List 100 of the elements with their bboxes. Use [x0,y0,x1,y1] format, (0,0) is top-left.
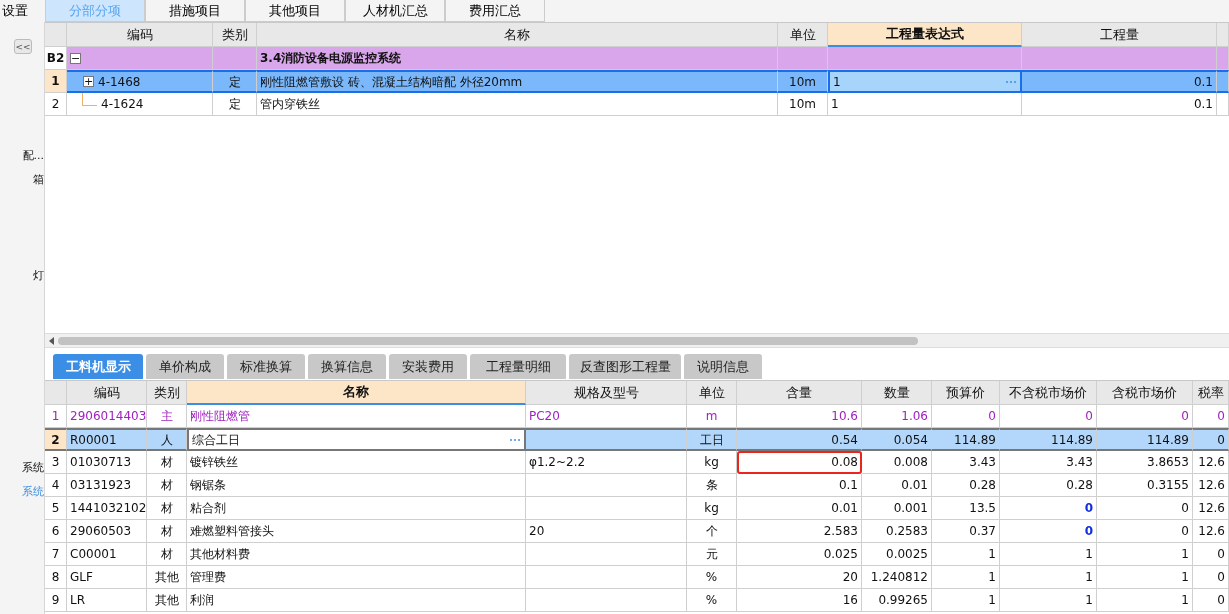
table-cell: 工日 [687,428,737,451]
table-cell: 1 [1097,566,1193,589]
column-header[interactable]: 税率 [1193,381,1229,405]
table-cell: 20 [737,566,862,589]
row-header[interactable]: 3 [45,451,67,474]
sidebar-item[interactable]: 配... [22,148,44,163]
top-tab[interactable]: 费用汇总 [445,0,545,22]
table-cell: 条 [687,474,737,497]
table-cell: 1.240812 [862,566,932,589]
column-header[interactable]: 不含税市场价 [1000,381,1097,405]
top-tab[interactable]: 人材机汇总 [345,0,445,22]
table-cell: 12.6 [1193,520,1229,543]
table-cell: 0 [1193,589,1229,612]
top-tab[interactable]: 其他项目 [245,0,345,22]
table-cell: 人 [147,428,187,451]
ellipsis-icon[interactable] [1005,79,1017,84]
column-header[interactable]: 编码 [67,23,213,47]
scrollbar-thumb[interactable] [58,336,918,345]
detail-tab[interactable]: 换算信息 [308,354,386,379]
detail-tab[interactable]: 安装费用 [389,354,467,379]
table-cell: 0.54 [737,428,862,451]
scroll-left-icon[interactable] [49,336,54,345]
table-cell: 0.28 [1000,474,1097,497]
column-header[interactable]: 含量 [737,381,862,405]
table-cell: LR [67,589,147,612]
table-cell: 0.3155 [1097,474,1193,497]
column-header[interactable]: 名称 [187,381,526,405]
table-cell: 0.28 [932,474,1000,497]
expander-toggle[interactable]: + [83,76,94,87]
ellipsis-icon[interactable] [509,437,521,442]
column-header[interactable]: 预算价 [932,381,1000,405]
row-header[interactable]: 7 [45,543,67,566]
table-cell [1217,47,1229,70]
row-header[interactable]: 6 [45,520,67,543]
column-header[interactable]: 类别 [213,23,257,47]
sidebar-item[interactable]: 灯 [33,268,44,283]
table-cell: R00001 [67,428,147,451]
detail-tab[interactable]: 说明信息 [684,354,762,379]
detail-tab[interactable]: 标准换算 [227,354,305,379]
table-cell: 0 [1193,566,1229,589]
expander-toggle[interactable]: − [70,52,81,64]
table-cell: 1 [1000,589,1097,612]
detail-tab[interactable]: 单价构成 [146,354,224,379]
table-cell: 0.99265 [862,589,932,612]
column-header[interactable]: 规格及型号 [526,381,687,405]
table-cell: 2.583 [737,520,862,543]
collapse-button[interactable]: << [14,39,32,54]
row-header[interactable]: 5 [45,497,67,520]
name-field[interactable]: 综合工日 [187,428,526,451]
row-header[interactable]: 9 [45,589,67,612]
table-cell: 3.43 [1000,451,1097,474]
table-cell: 0.1 [1022,70,1217,93]
column-header[interactable]: 名称 [257,23,778,47]
column-header[interactable]: 单位 [778,23,828,47]
row-header[interactable]: 1 [45,70,67,93]
table-cell: 20 [526,520,687,543]
table-cell: 0.37 [932,520,1000,543]
table-cell: 3.4消防设备电源监控系统 [257,47,778,70]
row-header[interactable]: B2 [45,47,67,70]
table-cell: 114.89 [1000,428,1097,451]
row-header[interactable]: 4 [45,474,67,497]
table-cell: GLF [67,566,147,589]
table-cell: 粘合剂 [187,497,526,520]
row-header[interactable]: 2 [45,428,67,451]
sidebar-item[interactable]: 箱 [33,172,44,187]
row-header[interactable]: 1 [45,405,67,428]
table-cell: 1441032102 [67,497,147,520]
column-header[interactable]: 单位 [687,381,737,405]
table-cell: kg [687,497,737,520]
detail-tab[interactable]: 反查图形工程量 [569,354,681,379]
column-header[interactable]: 工程量 [1022,23,1217,47]
table-cell: % [687,566,737,589]
column-header[interactable]: 类别 [147,381,187,405]
table-cell: 材 [147,543,187,566]
table-cell: 12.6 [1193,451,1229,474]
table-cell: 0 [1000,497,1097,520]
table-cell: 材 [147,497,187,520]
table-cell: % [687,589,737,612]
table-cell: 114.89 [932,428,1000,451]
row-header[interactable]: 2 [45,93,67,116]
horizontal-scrollbar[interactable] [45,333,1229,348]
expression-field[interactable]: 1 [828,70,1022,93]
sidebar-item[interactable]: 系统 [22,460,44,475]
table-cell: 0.025 [737,543,862,566]
table-cell: 其他材料费 [187,543,526,566]
detail-tab[interactable]: 工程量明细 [470,354,566,379]
column-header[interactable]: 含税市场价 [1097,381,1193,405]
table-cell: 0 [1193,428,1229,451]
table-cell: 0.1 [737,474,862,497]
column-header[interactable]: 编码 [67,381,147,405]
table-cell: 3.43 [932,451,1000,474]
top-tab[interactable]: 措施项目 [145,0,245,22]
table-cell: 1 [1097,543,1193,566]
table-cell: 1 [932,589,1000,612]
table-cell: 29060503 [67,520,147,543]
row-header[interactable]: 8 [45,566,67,589]
column-header[interactable]: 数量 [862,381,932,405]
table-cell: 13.5 [932,497,1000,520]
column-header[interactable]: 工程量表达式 [828,23,1022,47]
table-cell: 管理费 [187,566,526,589]
